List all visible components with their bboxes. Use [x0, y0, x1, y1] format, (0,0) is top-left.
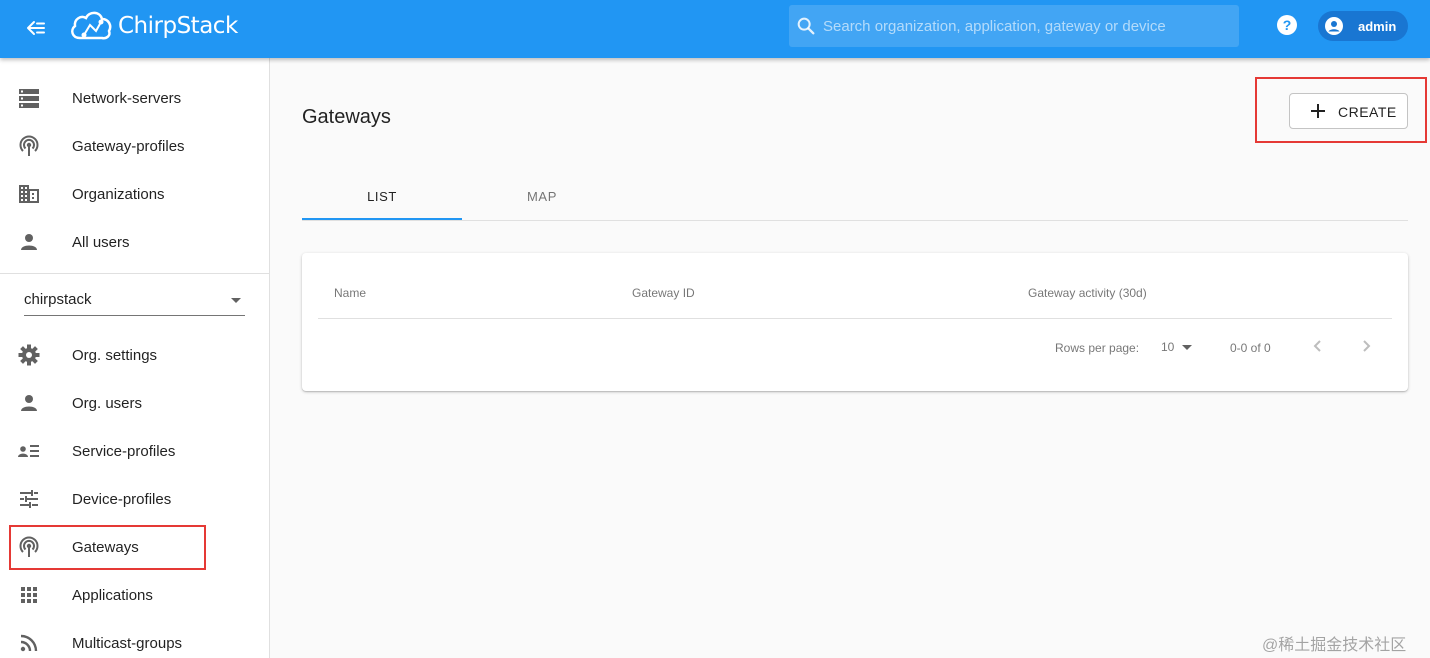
rss-icon: [20, 634, 38, 652]
tab-indicator: [302, 218, 462, 220]
sidebar: Network-servers Gateway-profiles Organiz…: [0, 58, 270, 658]
sidebar-item-label: Network-servers: [72, 89, 182, 107]
column-header-gateway-activity[interactable]: Gateway activity (30d): [1028, 286, 1147, 300]
person-icon: [21, 234, 37, 250]
create-button-label: CREATE: [1338, 104, 1397, 120]
pagination-range: 0-0 of 0: [1230, 341, 1271, 355]
sidebar-item-gateways[interactable]: Gateways: [0, 523, 269, 571]
search-icon: [797, 17, 815, 35]
gateway-icon: [19, 135, 39, 156]
sidebar-item-org-settings[interactable]: Org. settings: [0, 331, 269, 379]
dropdown-caret-icon: [231, 298, 241, 303]
rows-per-page-select[interactable]: 10: [1161, 337, 1197, 357]
dropdown-caret-icon: [1182, 345, 1192, 350]
sidebar-item-device-profiles[interactable]: Device-profiles: [0, 475, 269, 523]
app-logo[interactable]: ChirpStack: [68, 6, 238, 46]
apps-grid-icon: [21, 587, 37, 603]
sidebar-item-label: All users: [72, 233, 130, 251]
previous-page-button[interactable]: [1306, 334, 1330, 358]
gear-icon: [18, 344, 40, 366]
sidebar-item-label: Applications: [72, 586, 153, 604]
create-button[interactable]: CREATE: [1289, 93, 1408, 129]
watermark-text: @稀土掘金技术社区: [1262, 637, 1407, 654]
organization-select[interactable]: chirpstack: [24, 284, 245, 316]
app-name: ChirpStack: [118, 13, 238, 39]
svg-text:?: ?: [1283, 17, 1292, 33]
tab-map[interactable]: MAP: [462, 172, 622, 220]
sidebar-item-label: Gateways: [72, 538, 139, 556]
sidebar-item-label: Org. users: [72, 394, 143, 412]
tab-label: LIST: [367, 188, 397, 204]
sidebar-item-applications[interactable]: Applications: [0, 571, 269, 619]
table-header-divider: [318, 318, 1392, 319]
view-tabs: LIST MAP: [302, 172, 1408, 221]
sidebar-divider: [0, 273, 269, 274]
sidebar-item-label: Org. settings: [72, 346, 158, 364]
sidebar-item-label: Multicast-groups: [72, 634, 183, 652]
sidebar-item-gateway-profiles[interactable]: Gateway-profiles: [0, 122, 269, 170]
cloud-logo-icon: [71, 11, 112, 40]
gateways-table-card: Name Gateway ID Gateway activity (30d) R…: [302, 253, 1408, 391]
column-header-name[interactable]: Name: [334, 286, 366, 300]
sidebar-item-org-users[interactable]: Org. users: [0, 379, 269, 427]
app-bar: ChirpStack ? admin: [0, 0, 1430, 58]
sidebar-item-label: Device-profiles: [72, 490, 172, 508]
plus-icon: [1311, 104, 1325, 118]
building-icon: [19, 185, 39, 203]
user-menu-chip[interactable]: admin: [1318, 11, 1408, 41]
organization-select-value: chirpstack: [24, 291, 92, 308]
server-icon: [19, 89, 39, 108]
account-list-icon: [18, 445, 39, 457]
menu-collapse-button[interactable]: [20, 12, 52, 44]
sidebar-item-label: Organizations: [72, 185, 165, 203]
rows-per-page-label: Rows per page:: [1055, 341, 1140, 355]
arrow-left-menu-icon: [27, 21, 45, 35]
tab-list[interactable]: LIST: [302, 172, 462, 220]
search-bar[interactable]: [789, 5, 1239, 47]
sidebar-item-all-users[interactable]: All users: [0, 218, 269, 266]
tune-icon: [20, 490, 38, 508]
sidebar-item-label: Gateway-profiles: [72, 137, 185, 155]
rows-per-page-value: 10: [1161, 340, 1175, 354]
chevron-right-icon: [1363, 340, 1371, 352]
search-input[interactable]: [823, 17, 1223, 35]
help-circle-icon: ?: [1277, 15, 1297, 35]
column-header-gateway-id[interactable]: Gateway ID: [632, 286, 695, 300]
tab-label: MAP: [527, 188, 557, 204]
gateway-icon: [19, 536, 39, 557]
sidebar-item-label: Service-profiles: [72, 442, 176, 460]
person-icon: [21, 395, 37, 411]
user-name: admin: [1358, 18, 1397, 34]
page-title: Gateways: [302, 106, 391, 128]
help-button[interactable]: ?: [1276, 14, 1298, 36]
sidebar-item-network-servers[interactable]: Network-servers: [0, 74, 269, 122]
chevron-left-icon: [1313, 340, 1321, 352]
next-page-button[interactable]: [1354, 334, 1378, 358]
account-circle-icon: [1325, 17, 1343, 35]
sidebar-item-service-profiles[interactable]: Service-profiles: [0, 427, 269, 475]
sidebar-item-organizations[interactable]: Organizations: [0, 170, 269, 218]
sidebar-item-multicast-groups[interactable]: Multicast-groups: [0, 619, 269, 658]
